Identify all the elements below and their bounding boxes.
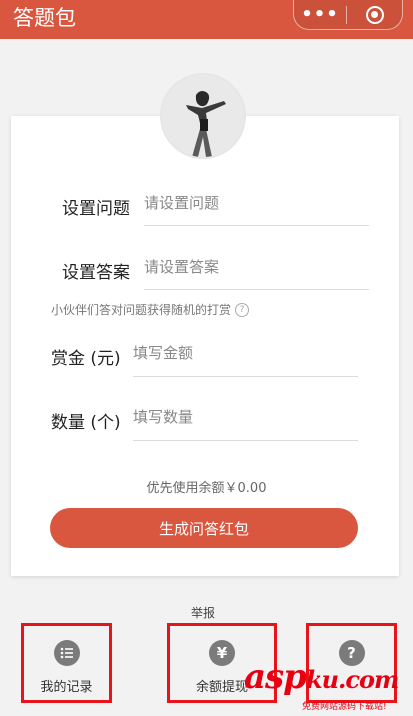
- tab-label-records: 我的记录: [40, 680, 93, 695]
- yen-icon: ¥: [209, 640, 235, 666]
- generate-red-packet-button[interactable]: 生成问答红包: [50, 508, 358, 548]
- mini-program-capsule: •••: [293, 0, 403, 30]
- watermark-suffix: ku: [305, 665, 339, 694]
- quantity-input[interactable]: [133, 408, 358, 426]
- reward-label: 赏金 (元): [51, 349, 121, 369]
- close-mini-program-button[interactable]: [347, 5, 402, 24]
- hint-text-row: 小伙伴们答对问题获得随机的打赏 ?: [51, 301, 250, 318]
- answer-underline: [144, 289, 369, 290]
- quantity-label: 数量 (个): [51, 413, 121, 433]
- report-link[interactable]: 举报: [0, 604, 406, 621]
- watermark-tld: .com: [338, 665, 399, 694]
- balance-text: 优先使用余额￥0.00: [146, 481, 267, 496]
- watermark-logo: aspku.com: [244, 657, 399, 697]
- answer-input[interactable]: [144, 258, 369, 276]
- target-icon: [365, 5, 384, 24]
- help-icon[interactable]: ?: [235, 302, 250, 317]
- more-options-icon[interactable]: •••: [294, 4, 346, 25]
- question-label: 设置问题: [62, 199, 130, 219]
- question-underline: [144, 225, 369, 226]
- answer-label: 设置答案: [62, 263, 130, 283]
- navigation-bar: 答题包 •••: [0, 0, 413, 39]
- reward-amount-input[interactable]: [133, 344, 358, 362]
- quantity-underline: [133, 440, 358, 441]
- hint-text: 小伙伴们答对问题获得随机的打赏: [51, 303, 232, 317]
- form-card: 设置问题 设置答案 小伙伴们答对问题获得随机的打赏 ? 赏金 (元) 数量 (个…: [11, 116, 399, 576]
- question-input[interactable]: [144, 194, 369, 212]
- watermark-subtitle: 免费网站源码下载站!: [302, 702, 387, 712]
- tab-my-records[interactable]: 我的记录: [21, 623, 112, 703]
- reward-underline: [133, 376, 358, 377]
- avatar: [160, 73, 246, 159]
- avatar-photo: [162, 75, 244, 157]
- watermark-main: asp: [244, 657, 307, 697]
- page-title: 答题包: [13, 6, 76, 30]
- list-icon: [53, 640, 80, 666]
